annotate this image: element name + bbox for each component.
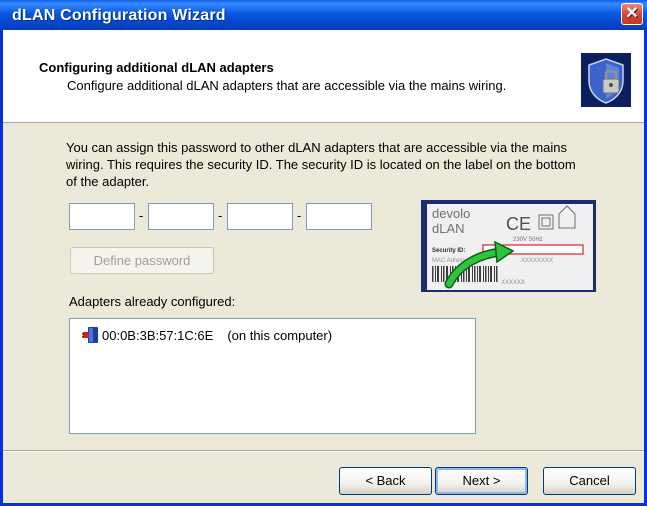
window-title: dLAN Configuration Wizard: [12, 7, 226, 24]
wizard-header: Configuring additional dLAN adapters Con…: [3, 30, 644, 123]
separator-dash: -: [297, 208, 302, 223]
adapters-label: Adapters already configured:: [69, 294, 236, 309]
security-lock-icon: [581, 53, 631, 107]
page-subtitle: Configure additional dLAN adapters that …: [67, 78, 507, 93]
close-icon: ✕: [625, 5, 639, 22]
separator-dash: -: [139, 208, 144, 223]
password-field-2[interactable]: [148, 203, 214, 230]
label-voltage: 230V 50Hz: [513, 237, 543, 243]
password-field-4[interactable]: [306, 203, 372, 230]
label-product: dLAN: [432, 221, 465, 236]
back-button[interactable]: < Back: [339, 467, 432, 495]
next-button[interactable]: Next >: [435, 467, 528, 495]
wizard-window: dLAN Configuration Wizard ✕ Configuring …: [0, 0, 647, 506]
label-extra: XXXXXX: [501, 280, 525, 286]
password-field-3[interactable]: [227, 203, 293, 230]
adapter-note: (on this computer): [227, 327, 333, 343]
adapter-label-image: devolo dLAN CE 230V 50Hz Security ID: MA…: [421, 200, 596, 292]
close-button[interactable]: ✕: [621, 3, 643, 25]
separator-dash: -: [218, 208, 223, 223]
adapter-mac: 00:0B:3B:57:1C:6E: [102, 327, 214, 343]
label-ce-mark: CE: [506, 214, 531, 234]
instructions-text: You can assign this password to other dL…: [66, 140, 576, 189]
list-item[interactable]: 00:0B:3B:57:1C:6E (on this computer): [82, 326, 332, 344]
password-field-1[interactable]: [69, 203, 135, 230]
adapters-list[interactable]: 00:0B:3B:57:1C:6E (on this computer): [69, 318, 476, 434]
title-bar[interactable]: dLAN Configuration Wizard ✕: [0, 0, 647, 30]
label-brand: devolo: [432, 206, 470, 221]
label-security-id: Security ID:: [432, 248, 465, 254]
label-mac-value: XXXXXXXX: [521, 258, 553, 264]
footer-divider: [3, 450, 644, 452]
dlan-adapter-icon: [82, 327, 98, 343]
cancel-button[interactable]: Cancel: [543, 467, 636, 495]
define-password-button[interactable]: Define password: [70, 247, 214, 274]
page-title: Configuring additional dLAN adapters: [39, 60, 274, 75]
